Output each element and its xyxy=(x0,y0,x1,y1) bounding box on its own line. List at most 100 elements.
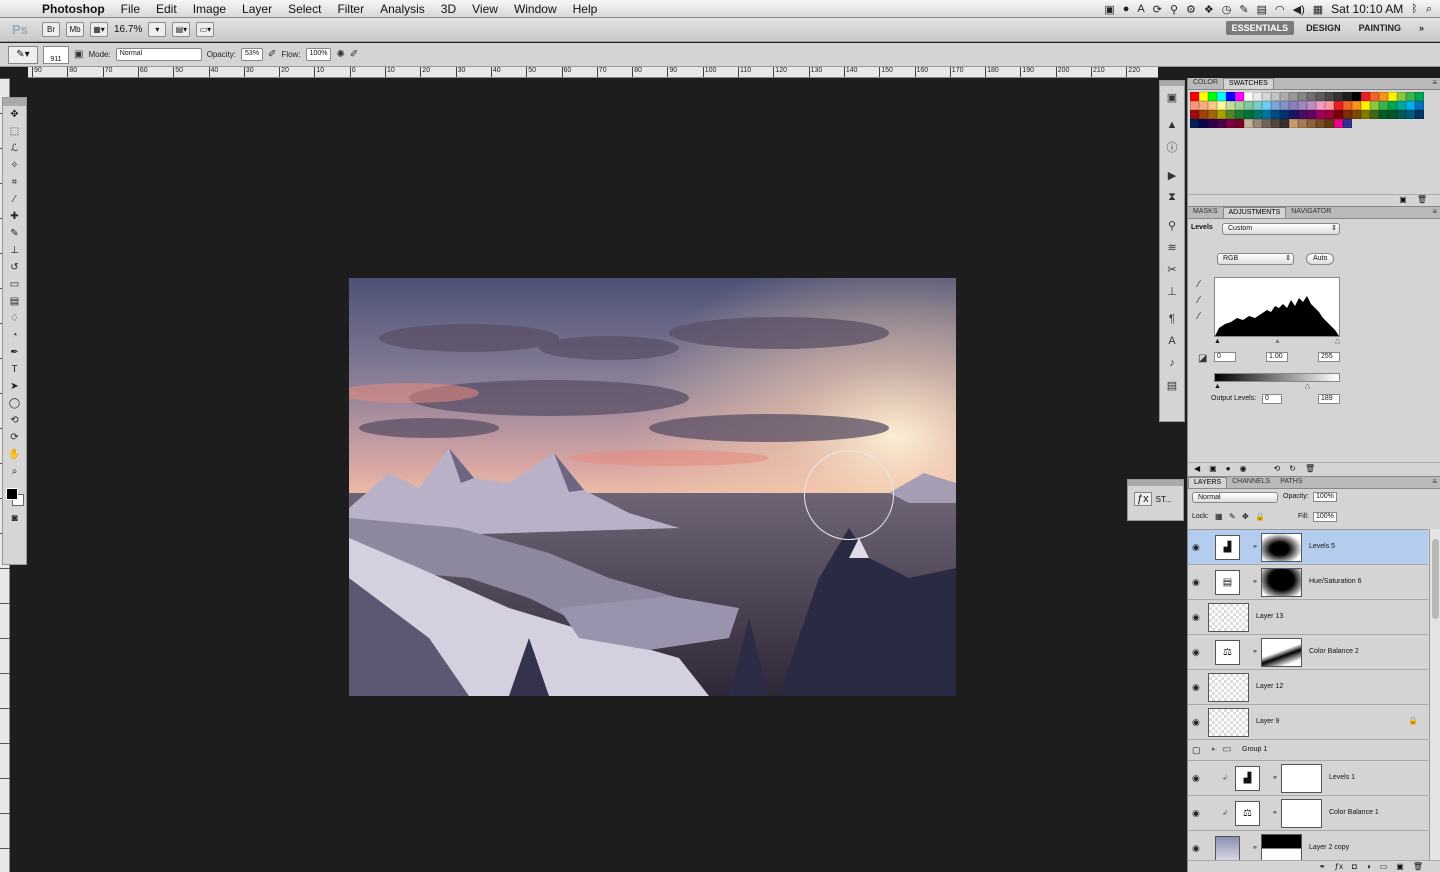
camera-icon[interactable]: ▣ xyxy=(1104,3,1114,16)
chain-link-icon[interactable]: ⚭ xyxy=(1272,809,1278,817)
marquee-tool-icon[interactable]: ⬚ xyxy=(3,123,26,140)
layer-name[interactable]: Color Balance 2 xyxy=(1309,648,1359,655)
dropbox-icon[interactable]: ❖ xyxy=(1204,3,1214,16)
tool-preset-picker[interactable]: ✎▾ xyxy=(8,45,38,64)
swatch[interactable] xyxy=(1208,119,1217,128)
swatch[interactable] xyxy=(1235,119,1244,128)
layer-name[interactable]: Color Balance 1 xyxy=(1329,809,1379,816)
eye-icon[interactable]: ◉ xyxy=(1192,682,1200,693)
lock-all-icon[interactable]: 🔒 xyxy=(1255,512,1265,521)
character-icon[interactable]: A xyxy=(1160,330,1184,352)
tab-channels[interactable]: CHANNELS xyxy=(1227,477,1275,488)
layer-name[interactable]: Hue/Saturation 6 xyxy=(1309,578,1362,585)
pressure-opacity-icon[interactable]: ✐ xyxy=(268,49,276,60)
swatch[interactable] xyxy=(1244,110,1253,119)
foreground-color-swatch[interactable] xyxy=(6,488,18,500)
flow-field[interactable]: 100% xyxy=(305,48,332,61)
swatch[interactable] xyxy=(1199,110,1208,119)
new-swatch-icon[interactable]: ▣ xyxy=(1399,195,1407,204)
layer-opacity-field[interactable]: 100% xyxy=(1313,492,1337,502)
swatch[interactable] xyxy=(1343,101,1352,110)
swatch[interactable] xyxy=(1334,92,1343,101)
menu-analysis[interactable]: Analysis xyxy=(372,2,433,16)
swatch[interactable] xyxy=(1262,92,1271,101)
swatch[interactable] xyxy=(1307,92,1316,101)
layer-row[interactable]: ◉ ⚭ Layer 2 copy xyxy=(1188,831,1428,861)
swatch[interactable] xyxy=(1199,119,1208,128)
swatch[interactable] xyxy=(1262,110,1271,119)
eyedropper-tool-icon[interactable]: ⁄ xyxy=(3,191,26,208)
layer-name[interactable]: Levels 5 xyxy=(1309,543,1335,550)
huesat-adjustment-icon[interactable]: ▤ xyxy=(1215,570,1240,595)
swatch[interactable] xyxy=(1208,110,1217,119)
swatch[interactable] xyxy=(1271,101,1280,110)
clipping-icon[interactable]: ◪ xyxy=(1198,353,1207,364)
input-black-field[interactable]: 0 xyxy=(1214,352,1236,362)
document-canvas[interactable] xyxy=(28,78,1158,872)
eye-icon[interactable]: ◉ xyxy=(1192,717,1200,728)
output-white-slider-icon[interactable]: ▲ xyxy=(1304,383,1311,391)
swatch[interactable] xyxy=(1316,119,1325,128)
flag-icon[interactable]: ▦ xyxy=(1313,3,1323,16)
menu-select[interactable]: Select xyxy=(280,2,329,16)
swatch[interactable] xyxy=(1343,110,1352,119)
swatch[interactable] xyxy=(1217,101,1226,110)
previous-state-icon[interactable]: ⟲ xyxy=(1274,464,1281,473)
swatch[interactable] xyxy=(1370,110,1379,119)
layer-name[interactable]: Layer 13 xyxy=(1256,613,1283,620)
swatch[interactable] xyxy=(1343,92,1352,101)
quick-selection-tool-icon[interactable]: ✧ xyxy=(3,157,26,174)
swatch[interactable] xyxy=(1199,101,1208,110)
tab-layers[interactable]: LAYERS xyxy=(1188,477,1228,488)
mini-bridge-button[interactable]: Mb xyxy=(66,22,84,37)
actions-icon[interactable]: ♪ xyxy=(1160,352,1184,374)
input-white-field[interactable]: 255 xyxy=(1318,352,1340,362)
clock[interactable]: Sat 10:10 AM xyxy=(1331,2,1403,16)
trash-icon[interactable]: 🗑 xyxy=(1417,195,1427,204)
layer-mask-thumbnail[interactable] xyxy=(1261,568,1302,597)
output-white-field[interactable]: 189 xyxy=(1318,394,1340,404)
levels-adjustment-icon[interactable]: ▟ xyxy=(1235,766,1260,791)
swatch[interactable] xyxy=(1271,92,1280,101)
swatch[interactable] xyxy=(1415,92,1424,101)
output-black-slider-icon[interactable]: ▲ xyxy=(1214,383,1221,390)
swatch[interactable] xyxy=(1253,119,1262,128)
layer-name[interactable]: Layer 12 xyxy=(1256,683,1283,690)
expand-view-icon[interactable]: ▣ xyxy=(1209,464,1217,473)
swatch[interactable] xyxy=(1280,110,1289,119)
chain-link-icon[interactable]: ⚭ xyxy=(1252,648,1258,656)
swatch-grid[interactable] xyxy=(1190,92,1424,128)
tab-navigator[interactable]: NAVIGATOR xyxy=(1286,207,1336,218)
swatch[interactable] xyxy=(1352,110,1361,119)
swatch[interactable] xyxy=(1289,119,1298,128)
gray-point-eyedropper-icon[interactable]: ⁄ xyxy=(1198,295,1200,306)
swatch[interactable] xyxy=(1190,101,1199,110)
swatch[interactable] xyxy=(1253,110,1262,119)
layer-row[interactable]: ◉ ▤ ⚭ Hue/Saturation 6 xyxy=(1188,565,1428,600)
layer-comps-icon[interactable]: ▤ xyxy=(1160,374,1184,396)
swatch[interactable] xyxy=(1307,119,1316,128)
gamma-input-slider-icon[interactable]: ▲ xyxy=(1274,338,1281,345)
swatch[interactable] xyxy=(1217,110,1226,119)
airbrush-icon[interactable]: ✺ xyxy=(336,49,344,60)
record-icon[interactable]: ● xyxy=(1123,3,1130,15)
layer-row[interactable]: ◉ ▟ ⚭ Levels 5 xyxy=(1188,530,1428,565)
swatch[interactable] xyxy=(1397,92,1406,101)
swatch[interactable] xyxy=(1280,119,1289,128)
layer-name[interactable]: Layer 9 xyxy=(1256,718,1279,725)
layer-mask-thumbnail[interactable] xyxy=(1261,533,1302,562)
evernote-icon[interactable]: ▤ xyxy=(1257,3,1267,16)
mini-bridge-icon[interactable]: ▣ xyxy=(1160,86,1184,108)
chain-link-icon[interactable]: ⚭ xyxy=(1252,578,1258,586)
swatch[interactable] xyxy=(1289,92,1298,101)
hand-tool-icon[interactable]: ✋ xyxy=(3,446,26,463)
colorbalance-adjustment-icon[interactable]: ⚖ xyxy=(1215,640,1240,665)
swatch[interactable] xyxy=(1379,101,1388,110)
swatch[interactable] xyxy=(1235,101,1244,110)
view-extras-button[interactable]: ▦▾ xyxy=(90,22,108,37)
layer-row[interactable]: ◉ ↲ ▟ ⚭ Levels 1 xyxy=(1188,761,1428,796)
layer-row[interactable]: ◉ Layer 9 🔒 xyxy=(1188,705,1428,740)
swatch[interactable] xyxy=(1325,119,1334,128)
output-black-field[interactable]: 0 xyxy=(1262,394,1282,404)
swatch[interactable] xyxy=(1307,101,1316,110)
